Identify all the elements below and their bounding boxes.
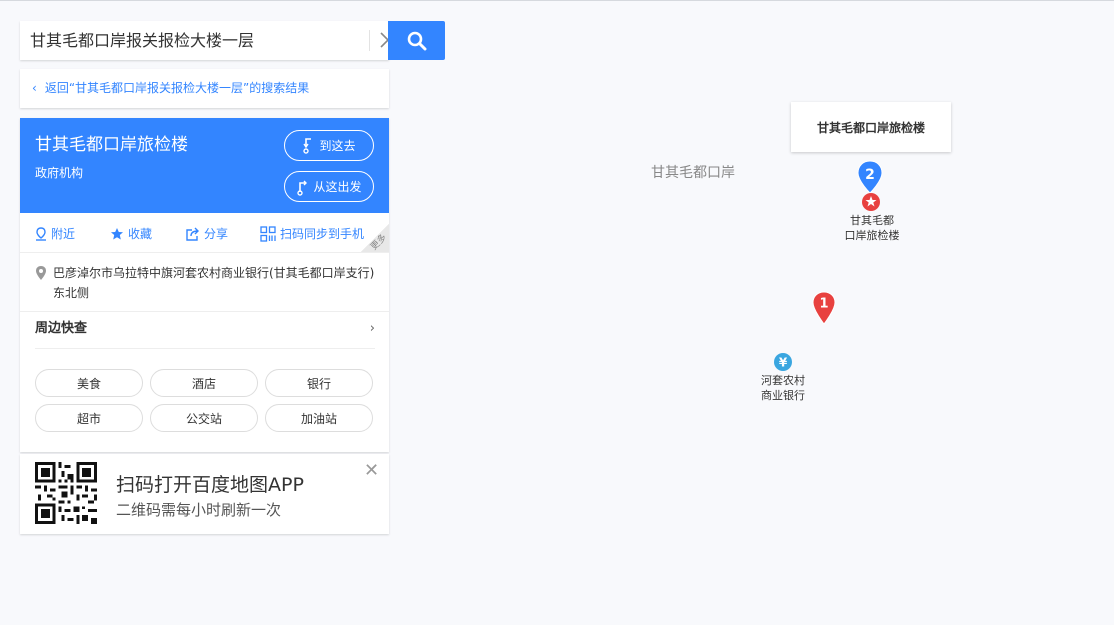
search-box	[20, 21, 396, 60]
go-here-button[interactable]: 到这去	[284, 130, 374, 161]
sync-to-phone-button[interactable]: 扫码同步到手机	[260, 225, 364, 242]
share-label: 分享	[204, 227, 229, 241]
search-icon	[407, 31, 426, 50]
close-icon[interactable]: ✕	[364, 460, 379, 481]
poi-category: 政府机构	[35, 166, 84, 180]
map-info-window[interactable]: 甘其毛都口岸旅检楼	[791, 102, 951, 152]
promo-subtitle: 二维码需每小时刷新一次	[116, 501, 282, 519]
map-marker-1[interactable]: 1	[812, 291, 836, 325]
route-to-icon	[303, 137, 312, 154]
nearby-quick-search-header[interactable]: 周边快查 ›	[35, 311, 375, 349]
nearby-button[interactable]: 附近	[35, 225, 75, 242]
poi-detail-card: 甘其毛都口岸旅检楼 政府机构 到这去 从这出发 附近 收藏 分享 扫码同步到手机…	[20, 118, 389, 452]
poi-address-text: 巴彦淖尔市乌拉特中旗河套农村商业银行(甘其毛都口岸支行)东北侧	[53, 266, 375, 300]
qr-scan-icon	[260, 225, 276, 242]
route-from-icon	[297, 180, 308, 196]
back-to-results-label: 返回“甘其毛都口岸报关报检大楼一层”的搜索结果	[44, 81, 310, 95]
nearby-quick-search-title: 周边快查	[35, 321, 88, 336]
search-input[interactable]	[20, 21, 350, 60]
map-marker-2[interactable]: 2	[857, 160, 883, 194]
map-marker-1-number: 1	[819, 297, 828, 312]
more-label: 更多	[369, 232, 389, 253]
chevron-left-icon: ‹	[32, 81, 37, 95]
star-icon	[111, 227, 123, 239]
poi-name: 甘其毛都口岸旅检楼	[35, 135, 188, 155]
from-here-button[interactable]: 从这出发	[284, 171, 374, 202]
qr-code	[35, 462, 97, 524]
bank-glyph: ¥	[779, 356, 788, 370]
nearby-label: 附近	[51, 227, 76, 241]
share-button[interactable]: 分享	[186, 225, 228, 242]
share-icon	[186, 227, 199, 241]
map-poi-label-inspection-building[interactable]: 甘其毛都 口岸旅检楼	[836, 213, 908, 243]
nearby-tag-supermarket[interactable]: 超市	[35, 404, 143, 432]
government-poi-icon[interactable]	[861, 192, 881, 212]
location-pin-icon	[36, 266, 46, 280]
favorite-button[interactable]: 收藏	[110, 225, 152, 242]
back-to-results-link[interactable]: ‹ 返回“甘其毛都口岸报关报检大楼一层”的搜索结果	[20, 69, 389, 108]
favorite-label: 收藏	[128, 227, 153, 241]
bank-poi-icon[interactable]: ¥	[773, 352, 793, 372]
chevron-right-icon: ›	[369, 321, 375, 336]
search-button[interactable]	[388, 21, 445, 60]
nearby-tag-bank[interactable]: 银行	[265, 369, 373, 397]
nearby-tag-bus-stop[interactable]: 公交站	[150, 404, 258, 432]
nearby-tag-food[interactable]: 美食	[35, 369, 143, 397]
map-area-label: 甘其毛都口岸	[651, 165, 735, 181]
nearby-tag-hotel[interactable]: 酒店	[150, 369, 258, 397]
poi-actions: 附近 收藏 分享 扫码同步到手机 更多	[20, 213, 389, 253]
go-here-label: 到这去	[319, 139, 356, 153]
map-info-window-title: 甘其毛都口岸旅检楼	[816, 120, 925, 135]
sync-to-phone-label: 扫码同步到手机	[280, 227, 365, 241]
search-divider	[369, 30, 370, 51]
nearby-pin-icon	[36, 226, 46, 241]
app-download-promo: 扫码打开百度地图APP 二维码需每小时刷新一次 ✕	[20, 454, 389, 534]
map-poi-label-bank[interactable]: 河套农村 商业银行	[747, 373, 819, 403]
poi-address: 巴彦淖尔市乌拉特中旗河套农村商业银行(甘其毛都口岸支行)东北侧	[35, 263, 380, 303]
from-here-label: 从这出发	[313, 180, 362, 194]
nearby-tag-gas-station[interactable]: 加油站	[265, 404, 373, 432]
promo-title: 扫码打开百度地图APP	[116, 474, 304, 496]
poi-header: 甘其毛都口岸旅检楼 政府机构 到这去 从这出发	[20, 118, 389, 213]
map-marker-2-number: 2	[865, 167, 875, 183]
more-button[interactable]: 更多	[361, 224, 389, 252]
